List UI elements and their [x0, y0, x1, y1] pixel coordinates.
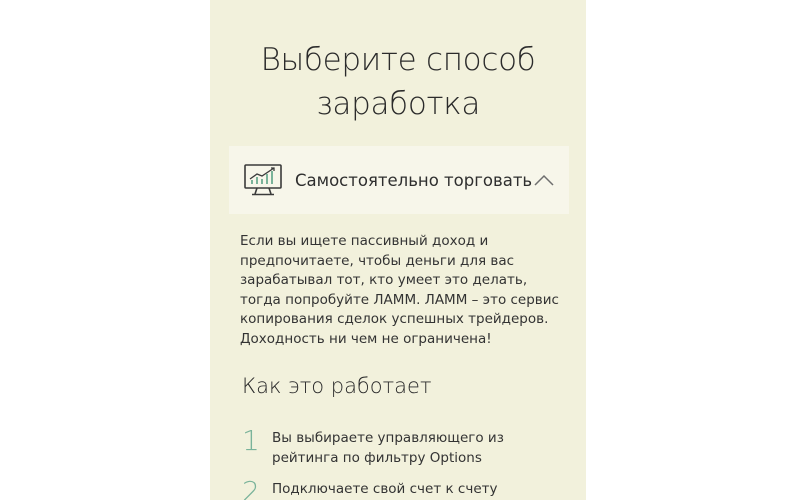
how-it-works-title: Как это работает: [242, 374, 432, 398]
accordion-self-trading[interactable]: Самостоятельно торговать: [229, 146, 569, 214]
mobile-page: Выберите способ заработка Самостоятельно…: [210, 0, 586, 500]
chevron-up-icon[interactable]: [533, 173, 555, 187]
accordion-label: Самостоятельно торговать: [295, 170, 533, 190]
step-number: 2: [242, 475, 260, 500]
step-item: 1 Вы выбираете управляющего из рейтинга …: [242, 427, 562, 468]
step-text: Вы выбираете управляющего из рейтинга по…: [272, 430, 504, 466]
page-title: Выберите способ заработка: [260, 42, 536, 122]
trading-monitor-icon: [244, 164, 282, 196]
step-number: 1: [242, 424, 260, 457]
step-item: 2 Подключаете свой счет к счету: [242, 478, 562, 500]
description-text: Если вы ищете пассивный доход и предпочи…: [240, 233, 559, 347]
step-text: Подключаете свой счет к счету: [272, 481, 498, 497]
